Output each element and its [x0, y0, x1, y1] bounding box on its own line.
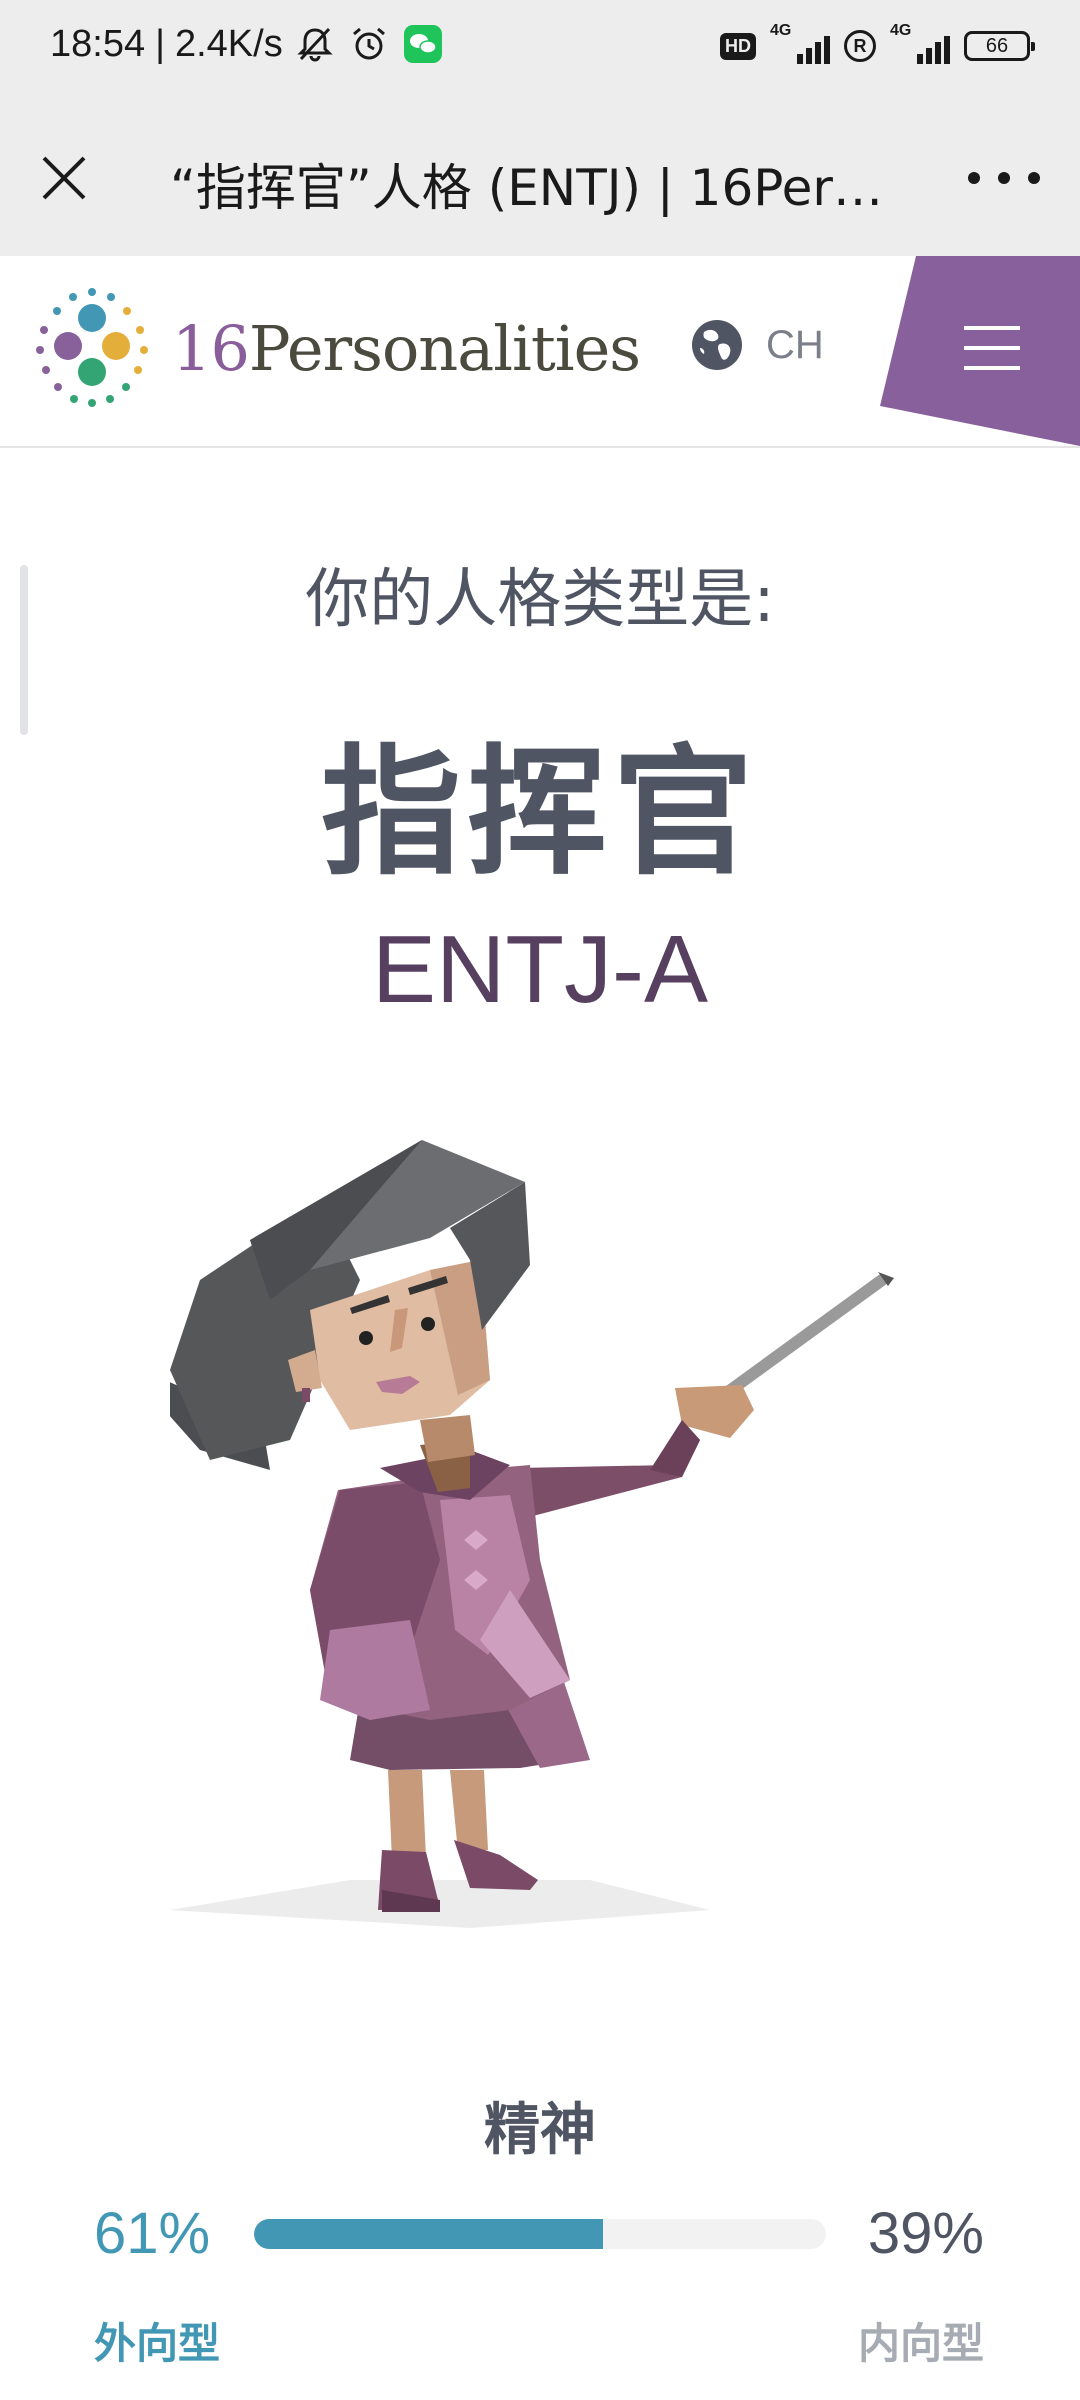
hd-badge: HD	[720, 32, 756, 60]
commander-illustration	[170, 1140, 894, 1928]
status-separator: |	[155, 22, 165, 65]
status-bar-left: 18:54 | 2.4K/s	[50, 22, 445, 66]
webview-title: “指挥官”人格 (ENTJ) | 16Personalities	[170, 159, 890, 217]
trait-bar	[254, 2219, 826, 2249]
status-bar: 18:54 | 2.4K/s HD 4G R 4G 66	[0, 0, 1080, 100]
personality-type-name: 指挥官	[320, 732, 759, 895]
logo-wordmark: 16Personalities	[172, 311, 641, 385]
more-icon	[968, 172, 980, 184]
mute-icon	[293, 22, 337, 66]
logo-icon	[36, 288, 148, 407]
more-options-button[interactable]	[968, 152, 1040, 204]
status-bar-right: HD 4G R 4G 66	[720, 22, 1035, 66]
site-logo[interactable]: 16Personalities	[30, 286, 641, 410]
webview-header: “指挥官”人格 (ENTJ) | 16Personalities	[0, 100, 1080, 256]
globe-icon	[692, 320, 742, 370]
battery-level: 66	[985, 34, 1009, 57]
network-type-label-2: 4G	[890, 22, 912, 39]
signal-icon-2: 4G	[890, 22, 950, 66]
wechat-icon	[401, 22, 445, 66]
extraverted-percent: 61%	[94, 2201, 211, 2266]
network-type-label: 4G	[770, 22, 792, 39]
language-selector[interactable]: CH	[690, 318, 824, 372]
logo-word: Personalities	[248, 311, 641, 385]
site-nav: 16Personalities CH	[0, 256, 1080, 448]
menu-button[interactable]	[880, 256, 1080, 446]
language-label: CH	[766, 322, 824, 367]
logo-number: 16	[172, 311, 250, 385]
trait-bar-fill	[254, 2219, 603, 2249]
network-speed: 2.4K/s	[174, 22, 283, 65]
alarm-icon	[347, 22, 391, 66]
close-button[interactable]	[30, 144, 98, 212]
introverted-label: 内向型	[857, 2319, 984, 2368]
battery-icon: 66	[964, 31, 1035, 61]
trait-title: 精神	[484, 2098, 596, 2163]
extraverted-label: 外向型	[94, 2319, 221, 2368]
registered-icon: R	[844, 30, 876, 62]
hamburger-menu-icon	[964, 326, 1020, 370]
signal-icon: 4G	[770, 22, 830, 66]
status-time: 18:54	[50, 22, 146, 65]
result-intro: 你的人格类型是:	[305, 563, 775, 637]
personality-type-code: ENTJ-A	[372, 916, 708, 1023]
close-icon	[42, 156, 86, 200]
introverted-percent: 39%	[867, 2201, 984, 2266]
